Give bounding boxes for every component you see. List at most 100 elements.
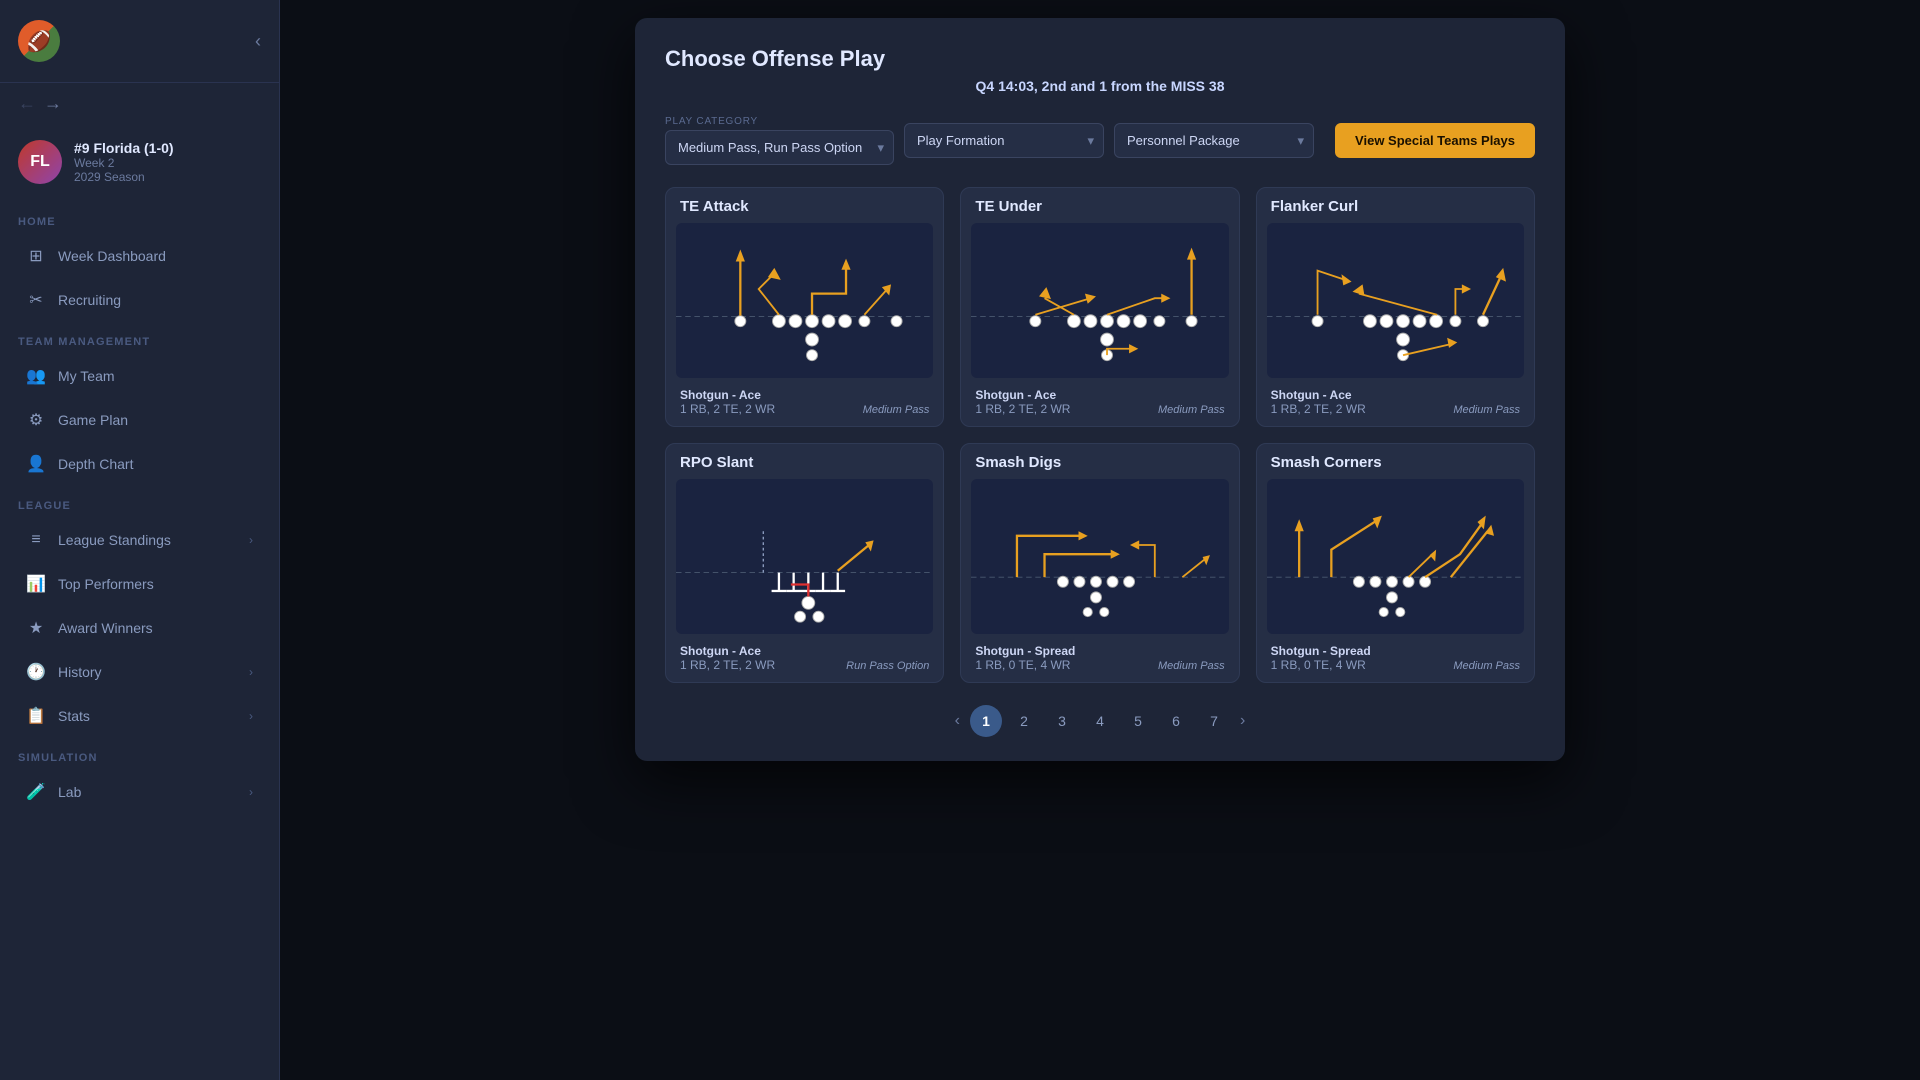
depth-chart-icon: 👤: [26, 454, 46, 474]
sidebar-item-history[interactable]: 🕐 History ›: [8, 651, 271, 693]
pagination-page-2[interactable]: 2: [1008, 705, 1040, 737]
week-dashboard-icon: ⊞: [26, 246, 46, 266]
nav-forward-button[interactable]: →: [44, 93, 62, 114]
avatar: FL: [18, 140, 62, 184]
chevron-right-icon: ›: [249, 785, 253, 799]
play-category-select[interactable]: Medium Pass, Run Pass Option Short Pass …: [665, 130, 894, 165]
sidebar-item-label: Stats: [58, 708, 90, 724]
nav-back-button[interactable]: ←: [18, 93, 36, 114]
main-area: Choose Offense Play Q4 14:03, 2nd and 1 …: [280, 0, 1920, 1080]
play-type: Medium Pass: [863, 404, 930, 416]
filter-row: Play Category Medium Pass, Run Pass Opti…: [665, 116, 1535, 165]
play-personnel: 1 RB, 2 TE, 2 WR: [680, 658, 775, 672]
chevron-right-icon: ›: [249, 533, 253, 547]
nav-arrows: ← →: [0, 93, 279, 128]
sidebar-item-label: Award Winners: [58, 620, 153, 636]
chevron-right-icon: ›: [249, 665, 253, 679]
play-formation: Shotgun - Ace: [1271, 388, 1366, 402]
award-winners-icon: ★: [26, 618, 46, 638]
pagination-page-4[interactable]: 4: [1084, 705, 1116, 737]
sidebar-item-top-performers[interactable]: 📊 Top Performers: [8, 563, 271, 605]
play-formation: Shotgun - Spread: [1271, 644, 1371, 658]
view-special-teams-button[interactable]: View Special Teams Plays: [1335, 123, 1535, 158]
sidebar-item-label: History: [58, 664, 102, 680]
play-card-te-attack[interactable]: TE Attack: [665, 187, 944, 427]
pagination-page-1[interactable]: 1: [970, 705, 1002, 737]
play-diagram-smash-digs: [971, 479, 1228, 634]
play-card-smash-digs[interactable]: Smash Digs: [960, 443, 1239, 683]
play-personnel: 1 RB, 0 TE, 4 WR: [975, 658, 1075, 672]
league-standings-icon: ≡: [26, 530, 46, 550]
history-icon: 🕐: [26, 662, 46, 682]
play-category-select-wrapper: Medium Pass, Run Pass Option Short Pass …: [665, 130, 894, 165]
play-formation: Shotgun - Ace: [975, 388, 1070, 402]
section-label-league: LEAGUE: [0, 486, 279, 518]
play-card-te-under[interactable]: TE Under: [960, 187, 1239, 427]
sidebar-item-game-plan[interactable]: ⚙ Game Plan: [8, 399, 271, 441]
pagination-page-3[interactable]: 3: [1046, 705, 1078, 737]
play-card-smash-corners[interactable]: Smash Corners: [1256, 443, 1535, 683]
pagination-page-7[interactable]: 7: [1198, 705, 1230, 737]
personnel-package-select[interactable]: Personnel Package 1 RB, 2 TE, 2 WR 1 RB,…: [1114, 123, 1314, 158]
play-name: Smash Corners: [1271, 454, 1520, 471]
section-label-home: HOME: [0, 202, 279, 234]
modal-title: Choose Offense Play: [665, 46, 1535, 72]
pagination-page-6[interactable]: 6: [1160, 705, 1192, 737]
play-type: Medium Pass: [1453, 660, 1520, 672]
play-name: TE Attack: [680, 198, 929, 215]
play-name: TE Under: [975, 198, 1224, 215]
sidebar-item-label: Depth Chart: [58, 456, 133, 472]
sidebar-item-depth-chart[interactable]: 👤 Depth Chart: [8, 443, 271, 485]
my-team-icon: 👥: [26, 366, 46, 386]
play-personnel: 1 RB, 2 TE, 2 WR: [680, 402, 775, 416]
sidebar-item-league-standings[interactable]: ≡ League Standings ›: [8, 519, 271, 561]
play-type: Run Pass Option: [846, 660, 929, 672]
sidebar-item-label: Top Performers: [58, 576, 154, 592]
sidebar-item-award-winners[interactable]: ★ Award Winners: [8, 607, 271, 649]
modal-subtitle: Q4 14:03, 2nd and 1 from the MISS 38: [665, 78, 1535, 94]
sidebar-item-stats[interactable]: 📋 Stats ›: [8, 695, 271, 737]
play-formation-select-wrapper: Play Formation Shotgun - Ace Shotgun - S…: [904, 123, 1104, 158]
top-performers-icon: 📊: [26, 574, 46, 594]
play-type: Medium Pass: [1158, 404, 1225, 416]
sidebar-item-label: Lab: [58, 784, 81, 800]
sidebar-item-lab[interactable]: 🧪 Lab ›: [8, 771, 271, 813]
team-name: #9 Florida (1-0): [74, 140, 174, 156]
team-week: Week 2: [74, 156, 174, 170]
pagination-page-5[interactable]: 5: [1122, 705, 1154, 737]
sidebar-item-label: Recruiting: [58, 292, 121, 308]
sidebar-item-recruiting[interactable]: ✂ Recruiting: [8, 279, 271, 321]
sidebar-collapse-button[interactable]: ‹: [255, 31, 261, 52]
pagination-prev-button[interactable]: ‹: [951, 708, 964, 734]
modal-overlay: Choose Offense Play Q4 14:03, 2nd and 1 …: [280, 0, 1920, 1080]
team-season: 2029 Season: [74, 170, 174, 184]
stats-icon: 📋: [26, 706, 46, 726]
play-diagram-te-attack: [676, 223, 933, 378]
plays-grid: TE Attack: [665, 187, 1535, 683]
recruiting-icon: ✂: [26, 290, 46, 310]
play-card-rpo-slant[interactable]: RPO Slant: [665, 443, 944, 683]
sidebar-item-label: Game Plan: [58, 412, 128, 428]
play-formation-select[interactable]: Play Formation Shotgun - Ace Shotgun - S…: [904, 123, 1104, 158]
play-category-label: Play Category: [665, 116, 894, 127]
play-personnel: 1 RB, 2 TE, 2 WR: [1271, 402, 1366, 416]
team-details: #9 Florida (1-0) Week 2 2029 Season: [74, 140, 174, 184]
section-label-team-management: TEAM MANAGEMENT: [0, 322, 279, 354]
sidebar-item-label: Week Dashboard: [58, 248, 166, 264]
sidebar-item-label: League Standings: [58, 532, 171, 548]
play-formation: Shotgun - Ace: [680, 388, 775, 402]
play-type: Medium Pass: [1453, 404, 1520, 416]
play-card-flanker-curl[interactable]: Flanker Curl: [1256, 187, 1535, 427]
play-name: RPO Slant: [680, 454, 929, 471]
chevron-right-icon: ›: [249, 709, 253, 723]
sidebar-item-label: My Team: [58, 368, 115, 384]
play-formation: Shotgun - Ace: [680, 644, 775, 658]
sidebar-item-week-dashboard[interactable]: ⊞ Week Dashboard: [8, 235, 271, 277]
sidebar-item-my-team[interactable]: 👥 My Team: [8, 355, 271, 397]
play-name: Smash Digs: [975, 454, 1224, 471]
play-formation: Shotgun - Spread: [975, 644, 1075, 658]
pagination-next-button[interactable]: ›: [1236, 708, 1249, 734]
play-diagram-rpo-slant: [676, 479, 933, 634]
app-logo: 🏈: [18, 20, 60, 62]
section-label-simulation: SIMULATION: [0, 738, 279, 770]
